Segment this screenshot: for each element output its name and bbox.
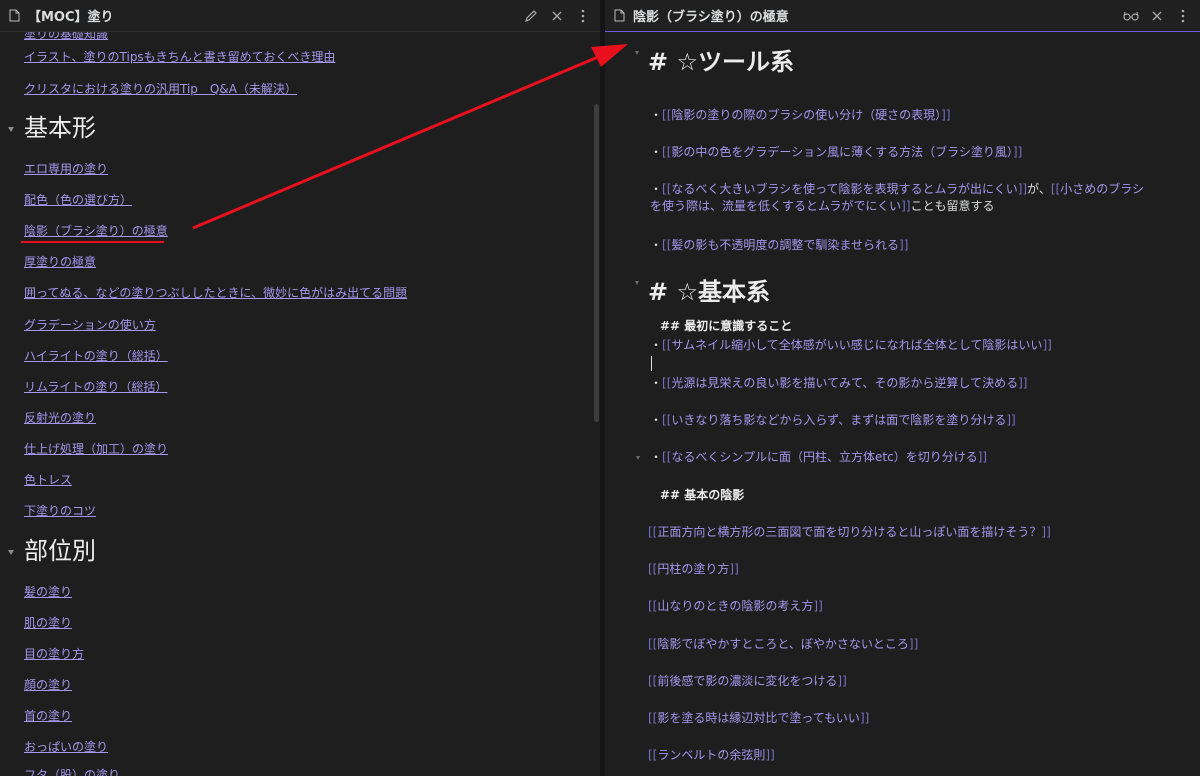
internal-link[interactable]: なるべく大きいブラシを使って陰影を表現するとムラが出にくい [671, 182, 1017, 196]
note-link[interactable]: ハイライトの塗り（総括） [24, 348, 168, 364]
internal-link[interactable]: いきなり落ち影などから入らず、まずは面で陰影を塗り分ける [671, 413, 1006, 427]
internal-link[interactable]: ランベルトの余弦則 [657, 748, 765, 762]
more-options-icon[interactable] [572, 5, 594, 27]
list-item: ・[[光源は見栄えの良い影を描いてみて、その影から逆算して決める]] [650, 376, 1028, 390]
note-link[interactable]: グラデーションの使い方 [24, 317, 156, 333]
right-pane-header: 陰影（ブラシ塗り）の極意 [605, 0, 1200, 32]
note-link[interactable]: 色トレス [24, 472, 72, 488]
internal-link[interactable]: 前後感で影の濃淡に変化をつける [657, 674, 837, 688]
internal-link[interactable]: 影を塗る時は縁辺対比で塗ってもいい [657, 711, 860, 725]
list-item: [[ランベルトの余弦則]] [648, 748, 775, 762]
fold-toggle-icon[interactable] [635, 281, 639, 285]
note-link[interactable]: リムライトの塗り（総括） [24, 379, 167, 395]
note-link[interactable]: クリスタにおける塗りの汎用Tip Q&A（未解決） [24, 81, 297, 97]
note-link[interactable]: 顔の塗り [24, 677, 72, 693]
right-pane-title: 陰影（ブラシ塗り）の極意 [633, 10, 789, 25]
note-link[interactable]: 厚塗りの極意 [24, 254, 96, 270]
list-item: ・[[いきなり落ち影などから入らず、まずは面で陰影を塗り分ける]] [650, 413, 1016, 427]
note-link[interactable]: 仕上げ処理（加工）の塗り [24, 441, 168, 457]
list-item: [[前後感で影の濃淡に変化をつける]] [648, 674, 847, 688]
subheading-shadow: ## 基本の陰影 [660, 488, 745, 502]
internal-link[interactable]: なるべくシンプルに面（円柱、立方体etc）を切り分ける [671, 450, 977, 464]
internal-link[interactable]: 円柱の塗り方 [657, 562, 729, 576]
left-pane-title: 【MOC】塗り [28, 10, 114, 25]
edit-pencil-icon[interactable] [520, 5, 542, 27]
internal-link[interactable]: 影の中の色をグラデーション風に薄くする方法（ブラシ塗り風） [671, 145, 1013, 159]
list-item: [[円柱の塗り方]] [648, 562, 739, 576]
list-item: ・[[サムネイル縮小して全体感がいい感じになれば全体として陰影はいい]] [650, 338, 1052, 352]
internal-link[interactable]: サムネイル縮小して全体感がいい感じになれば全体として陰影はいい [671, 338, 1042, 352]
internal-link[interactable]: 髪の影も不透明度の調整で馴染ませられる [671, 238, 899, 252]
heading-tools: # ☆ツール系 [648, 48, 794, 76]
list-item: ・[[影の中の色をグラデーション風に薄くする方法（ブラシ塗り風）]] [650, 145, 1023, 159]
document-icon [614, 9, 625, 22]
note-link[interactable]: 目の塗り方 [24, 646, 84, 662]
note-link[interactable]: 髪の塗り [24, 584, 72, 600]
note-link[interactable]: 配色（色の選び方） [24, 192, 132, 208]
list-item: ・[[なるべく大きいブラシを使って陰影を表現するとムラが出にくい]]が、[[小さ… [650, 182, 1144, 213]
heading-basic: # ☆基本系 [648, 278, 770, 306]
right-header-actions [1120, 0, 1194, 31]
more-options-icon[interactable] [1172, 5, 1194, 27]
red-annotation-underline [21, 241, 164, 243]
left-pane: 【MOC】塗り 塗りの基礎知識 イラスト、塗りのTipsもきちんと書き留めておく… [0, 0, 600, 776]
note-link-current[interactable]: 陰影（ブラシ塗り）の極意 [24, 223, 168, 239]
fold-toggle-icon[interactable] [8, 127, 14, 132]
note-link[interactable]: 首の塗り [24, 708, 72, 724]
subheading-first: ## 最初に意識すること [660, 319, 793, 333]
note-link[interactable]: 肌の塗り [24, 615, 72, 631]
fold-toggle-icon[interactable] [636, 456, 640, 460]
list-item: [[山なりのときの陰影の考え方]] [648, 599, 823, 613]
note-link[interactable]: 下塗りのコツ [24, 503, 96, 519]
section-heading: 部位別 [24, 537, 96, 565]
reading-glasses-icon[interactable] [1120, 5, 1142, 27]
close-icon[interactable] [1146, 5, 1168, 27]
note-link[interactable]: エロ専用の塗り [24, 161, 108, 177]
note-link[interactable]: フタ（股）の塗り [24, 767, 120, 776]
fold-toggle-icon[interactable] [8, 550, 14, 555]
list-item: ・[[陰影の塗りの際のブラシの使い分け（硬さの表現）]] [650, 108, 951, 122]
list-item: [[正面方向と横方形の三面図で面を切り分けると山っぽい面を描けそう？]] [648, 525, 1051, 539]
internal-link[interactable]: 山なりのときの陰影の考え方 [657, 599, 813, 613]
note-link[interactable]: 囲ってぬる、などの塗りつぶししたときに、微妙に色がはみ出てる問題 [24, 285, 407, 301]
note-link[interactable]: おっぱいの塗り [24, 739, 108, 755]
list-item: [[陰影でぼやかすところと、ぼやかさないところ]] [648, 637, 919, 651]
internal-link[interactable]: 光源は見栄えの良い影を描いてみて、その影から逆算して決める [671, 376, 1018, 390]
section-heading: 基本形 [24, 114, 96, 142]
left-scrollbar[interactable] [594, 104, 599, 422]
list-item: ・[[髪の影も不透明度の調整で馴染ませられる]] [650, 238, 909, 252]
left-header-actions [520, 0, 594, 31]
note-link[interactable]: 反射光の塗り [24, 410, 96, 426]
text-cursor [651, 356, 652, 371]
fold-toggle-icon[interactable] [635, 51, 639, 55]
internal-link[interactable]: 陰影の塗りの際のブラシの使い分け（硬さの表現） [671, 108, 941, 122]
list-item: [[影を塗る時は縁辺対比で塗ってもいい]] [648, 711, 870, 725]
close-icon[interactable] [546, 5, 568, 27]
internal-link[interactable]: 正面方向と横方形の三面図で面を切り分けると山っぽい面を描けそう？ [657, 525, 1041, 539]
list-item: ・[[なるべくシンプルに面（円柱、立方体etc）を切り分ける]] [650, 450, 988, 464]
note-link[interactable]: イラスト、塗りのTipsもきちんと書き留めておくべき理由 [24, 49, 335, 65]
internal-link[interactable]: 陰影でぼやかすところと、ぼやかさないところ [657, 637, 909, 651]
left-pane-header: 【MOC】塗り [0, 0, 600, 32]
document-icon [9, 9, 20, 22]
